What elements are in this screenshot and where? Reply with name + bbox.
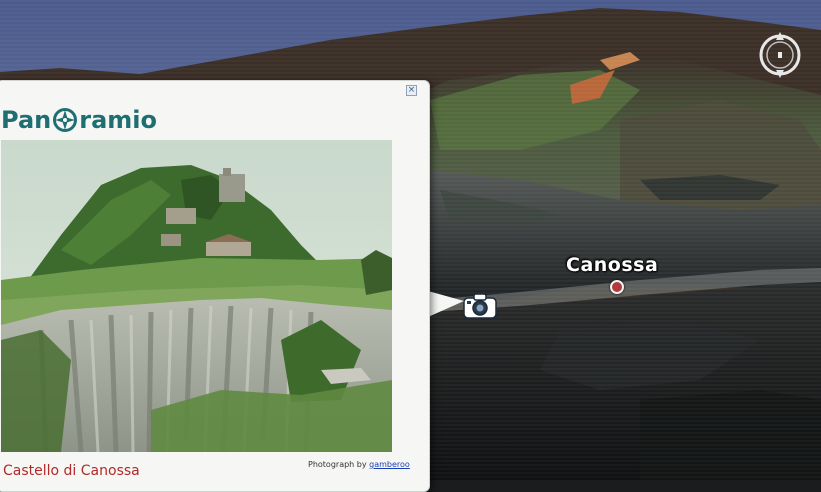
balloon-pointer <box>428 289 468 319</box>
photographer-link[interactable]: gamberoo <box>369 460 410 469</box>
credit-prefix: Photograph by <box>308 460 367 469</box>
castle-photo[interactable] <box>1 140 392 452</box>
panoramio-logo-icon <box>52 107 78 133</box>
compass-icon[interactable] <box>757 30 803 80</box>
close-icon[interactable]: × <box>406 85 417 96</box>
logo-text-suffix: ramio <box>79 106 157 134</box>
placemark-icon[interactable] <box>610 280 624 294</box>
panoramio-info-balloon: × Pan ramio Castello di Canossa Photogra… <box>0 80 430 492</box>
logo-text-prefix: Pan <box>1 106 52 134</box>
photo-title-link[interactable]: Castello di Canossa <box>3 463 140 479</box>
place-label-canossa[interactable]: Canossa <box>566 254 658 276</box>
panoramio-logo[interactable]: Pan ramio <box>1 103 157 137</box>
photo-credit: Photograph by gamberoo <box>308 460 410 469</box>
